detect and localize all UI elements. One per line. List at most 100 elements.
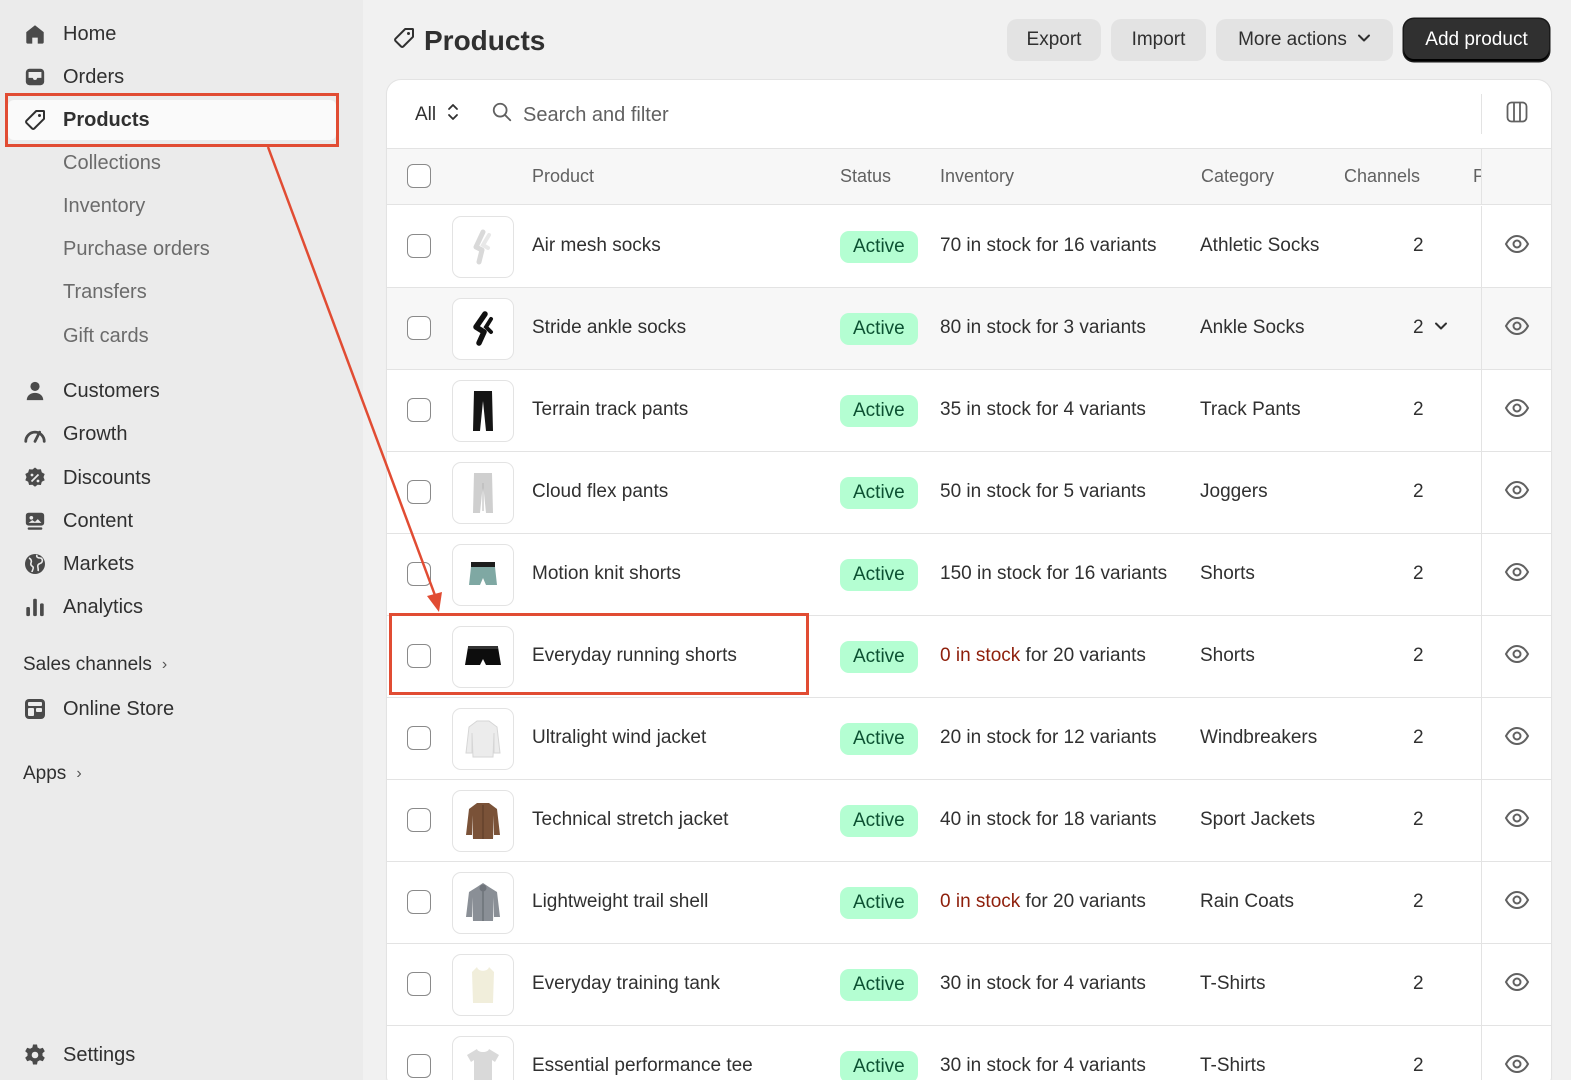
table-row[interactable]: Ultralight wind jacket Active 20 in stock … bbox=[387, 698, 1551, 780]
sidebar-item-discounts[interactable]: Discounts bbox=[0, 458, 363, 498]
product-name[interactable]: Ultralight wind jacket bbox=[532, 727, 706, 749]
table-row[interactable]: Terrain track pants Active 35 in stock for… bbox=[387, 370, 1551, 452]
preview-button[interactable] bbox=[1481, 370, 1551, 451]
sidebar-item-purchase-orders[interactable]: Purchase orders bbox=[0, 229, 363, 269]
preview-button[interactable] bbox=[1481, 206, 1551, 287]
table-row[interactable]: Everyday training tank Active 30 in stock … bbox=[387, 944, 1551, 1026]
sidebar-item-inventory[interactable]: Inventory bbox=[0, 186, 363, 226]
sidebar-item-settings[interactable]: Settings bbox=[0, 1035, 363, 1075]
table-row[interactable]: Cloud flex pants Active 50 in stock for 5 … bbox=[387, 452, 1551, 534]
preview-button[interactable] bbox=[1481, 862, 1551, 943]
row-checkbox[interactable] bbox=[407, 726, 431, 750]
preview-button[interactable] bbox=[1481, 616, 1551, 697]
row-checkbox[interactable] bbox=[407, 480, 431, 504]
table-row[interactable]: Technical stretch jacket Active 40 in stoc… bbox=[387, 780, 1551, 862]
column-header-channels[interactable]: Channels bbox=[1344, 166, 1420, 187]
row-checkbox[interactable] bbox=[407, 1054, 431, 1078]
preview-button[interactable] bbox=[1481, 534, 1551, 615]
channels-count: 2 bbox=[1413, 481, 1424, 502]
table-row[interactable]: Air mesh socks Active 70 in stock for 16 v… bbox=[387, 206, 1551, 288]
chevron-down-icon bbox=[1357, 29, 1371, 51]
import-button[interactable]: Import bbox=[1111, 19, 1206, 61]
channels-cell[interactable]: 2 bbox=[1413, 317, 1448, 339]
sidebar-item-products[interactable]: Products bbox=[8, 100, 336, 140]
sidebar-item-analytics[interactable]: Analytics bbox=[0, 587, 363, 627]
apps-label: Apps bbox=[23, 763, 67, 784]
product-name[interactable]: Motion knit shorts bbox=[532, 563, 681, 585]
add-product-button[interactable]: Add product bbox=[1404, 19, 1549, 61]
variant-count: for 5 variants bbox=[1030, 481, 1146, 502]
category-cell: Joggers bbox=[1200, 481, 1268, 502]
product-thumbnail[interactable] bbox=[452, 954, 514, 1016]
product-thumbnail[interactable] bbox=[452, 462, 514, 524]
row-checkbox[interactable] bbox=[407, 562, 431, 586]
eye-icon bbox=[1504, 316, 1530, 341]
row-checkbox[interactable] bbox=[407, 644, 431, 668]
product-name[interactable]: Essential performance tee bbox=[532, 1055, 753, 1077]
product-thumbnail[interactable] bbox=[452, 380, 514, 442]
sidebar-item-gift-cards[interactable]: Gift cards bbox=[0, 316, 363, 356]
column-settings-button[interactable] bbox=[1481, 94, 1551, 134]
product-name[interactable]: Everyday running shorts bbox=[532, 645, 737, 667]
product-name[interactable]: Everyday training tank bbox=[532, 973, 720, 995]
row-checkbox[interactable] bbox=[407, 316, 431, 340]
table-row[interactable]: Lightweight trail shell Active 0 in stock … bbox=[387, 862, 1551, 944]
sidebar-item-label: Settings bbox=[63, 1043, 136, 1066]
row-checkbox[interactable] bbox=[407, 808, 431, 832]
table-row[interactable]: Essential performance tee Active 30 in sto… bbox=[387, 1026, 1551, 1080]
row-checkbox[interactable] bbox=[407, 398, 431, 422]
product-thumbnail[interactable] bbox=[452, 544, 514, 606]
sidebar-item-orders[interactable]: Orders bbox=[0, 57, 363, 97]
product-name[interactable]: Cloud flex pants bbox=[532, 481, 668, 503]
preview-button[interactable] bbox=[1481, 698, 1551, 779]
table-row[interactable]: Everyday running shorts Active 0 in stock … bbox=[387, 616, 1551, 698]
sidebar-item-content[interactable]: Content bbox=[0, 501, 363, 541]
preview-button[interactable] bbox=[1481, 944, 1551, 1025]
sales-channels-header[interactable]: Sales channels › bbox=[23, 654, 167, 676]
apps-header[interactable]: Apps › bbox=[23, 763, 82, 785]
product-thumbnail[interactable] bbox=[452, 626, 514, 688]
column-header-product[interactable]: Product bbox=[532, 166, 594, 187]
sidebar-item-markets[interactable]: Markets bbox=[0, 544, 363, 584]
product-thumbnail[interactable] bbox=[452, 872, 514, 934]
column-header-status[interactable]: Status bbox=[840, 166, 891, 187]
product-name[interactable]: Terrain track pants bbox=[532, 399, 688, 421]
column-header-category[interactable]: Category bbox=[1201, 166, 1274, 187]
preview-button[interactable] bbox=[1481, 452, 1551, 533]
product-name[interactable]: Stride ankle socks bbox=[532, 317, 686, 339]
column-header-truncated[interactable]: P bbox=[1473, 166, 1481, 187]
product-name[interactable]: Technical stretch jacket bbox=[532, 809, 728, 831]
preview-button[interactable] bbox=[1481, 288, 1551, 369]
sidebar-item-collections[interactable]: Collections bbox=[0, 143, 363, 183]
sidebar-item-home[interactable]: Home bbox=[0, 14, 363, 54]
sidebar-item-customers[interactable]: Customers bbox=[0, 371, 363, 411]
preview-button[interactable] bbox=[1481, 780, 1551, 861]
product-name[interactable]: Air mesh socks bbox=[532, 235, 661, 257]
product-thumbnail[interactable] bbox=[452, 790, 514, 852]
preview-button[interactable] bbox=[1481, 1026, 1551, 1080]
view-selector[interactable]: All bbox=[415, 102, 460, 128]
channels-cell: 2 bbox=[1413, 235, 1424, 257]
search-input[interactable]: Search and filter bbox=[491, 100, 1091, 130]
column-header-inventory[interactable]: Inventory bbox=[940, 166, 1014, 187]
row-checkbox[interactable] bbox=[407, 890, 431, 914]
product-name[interactable]: Lightweight trail shell bbox=[532, 891, 708, 913]
product-thumbnail[interactable] bbox=[452, 216, 514, 278]
product-thumbnail[interactable] bbox=[452, 708, 514, 770]
export-button[interactable]: Export bbox=[1007, 19, 1101, 61]
product-thumbnail[interactable] bbox=[452, 1036, 514, 1080]
tag-icon bbox=[392, 25, 416, 57]
sidebar-item-transfers[interactable]: Transfers bbox=[0, 272, 363, 312]
variant-count: for 12 variants bbox=[1030, 727, 1157, 748]
chevron-down-icon[interactable] bbox=[1434, 317, 1448, 339]
status-badge: Active bbox=[840, 641, 918, 673]
select-all-checkbox[interactable] bbox=[407, 164, 431, 188]
sidebar-item-growth[interactable]: Growth bbox=[0, 414, 363, 454]
row-checkbox[interactable] bbox=[407, 972, 431, 996]
more-actions-button[interactable]: More actions bbox=[1216, 19, 1393, 61]
sidebar-item-online-store[interactable]: Online Store bbox=[0, 689, 363, 729]
table-row[interactable]: Motion knit shorts Active 150 in stock for… bbox=[387, 534, 1551, 616]
product-thumbnail[interactable] bbox=[452, 298, 514, 360]
table-row[interactable]: Stride ankle socks Active 80 in stock for … bbox=[387, 288, 1551, 370]
row-checkbox[interactable] bbox=[407, 234, 431, 258]
